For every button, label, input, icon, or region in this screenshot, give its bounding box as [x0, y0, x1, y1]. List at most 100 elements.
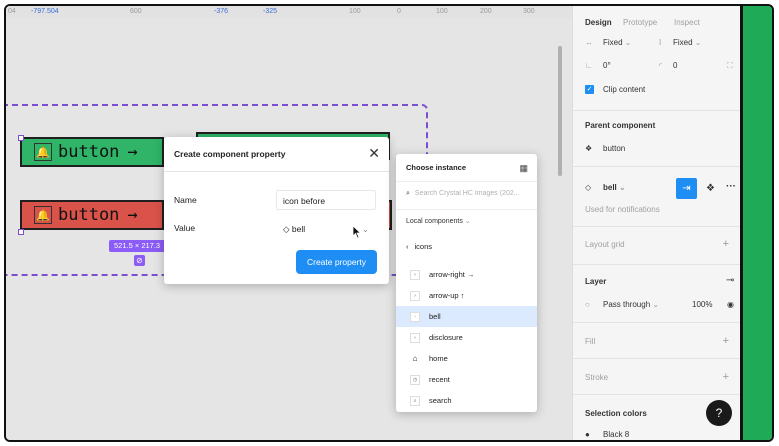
- folder-label: icons: [414, 242, 433, 251]
- instance-item[interactable]: ⌕ search: [396, 390, 537, 411]
- instance-item[interactable]: › arrow-right →: [396, 264, 537, 285]
- create-property-button[interactable]: Create property: [296, 250, 377, 274]
- button-label: button: [58, 205, 120, 225]
- instance-icon: ◇: [585, 183, 592, 192]
- parent-component-link[interactable]: button: [603, 144, 625, 153]
- ruler-mark: 0: [397, 8, 401, 15]
- close-icon[interactable]: ✕: [368, 146, 380, 160]
- disclosure-icon: ›: [410, 332, 420, 343]
- opacity-field[interactable]: 100%: [692, 300, 712, 309]
- instance-item[interactable]: › disclosure: [396, 327, 537, 348]
- independent-corners-icon[interactable]: ⛶: [727, 61, 733, 71]
- component-icon: ❖: [585, 144, 593, 153]
- instance-select[interactable]: bell ⌄: [603, 183, 626, 192]
- ruler-mark: 200: [480, 8, 492, 15]
- radius-icon: ◜: [659, 61, 663, 70]
- stroke-title: Stroke: [585, 373, 609, 382]
- ruler-mark: 300: [523, 8, 535, 15]
- blend-mode: Pass through: [603, 300, 651, 309]
- library-select[interactable]: Local components ⌄: [406, 217, 471, 225]
- auto-layout-icon[interactable]: ⊘: [134, 255, 145, 266]
- instance-item[interactable]: ⌂ home: [396, 348, 537, 369]
- bell-icon: 🔔: [34, 143, 52, 161]
- more-options-icon[interactable]: ···: [726, 181, 736, 192]
- chevron-down-icon: ⌄: [694, 38, 702, 47]
- tab-design[interactable]: Design: [585, 18, 612, 27]
- divider: [573, 264, 741, 265]
- rotation-field[interactable]: 0°: [603, 61, 611, 70]
- component-description: Used for notifications: [585, 205, 660, 214]
- instance-name: bell: [603, 183, 617, 192]
- instance-item-label: disclosure: [429, 333, 463, 342]
- add-fill-icon[interactable]: +: [723, 335, 729, 347]
- blend-mode-select[interactable]: Pass through ⌄: [603, 300, 659, 309]
- width-icon: ↔: [585, 38, 593, 47]
- search-icon: ⌕: [406, 190, 410, 197]
- name-field[interactable]: icon before: [276, 190, 376, 210]
- help-button[interactable]: ?: [706, 400, 732, 426]
- button-variant-red[interactable]: 🔔 button →: [20, 200, 164, 230]
- add-stroke-icon[interactable]: +: [723, 371, 729, 383]
- instance-item[interactable]: › arrow-up ↑: [396, 285, 537, 306]
- instance-item-label: arrow-right →: [429, 270, 475, 279]
- dialog-title: Create component property: [164, 137, 389, 172]
- tab-inspect[interactable]: Inspect: [674, 18, 700, 27]
- resize-handle[interactable]: [18, 229, 24, 235]
- swap-instance-button[interactable]: ⇥: [676, 178, 697, 199]
- instance-item[interactable]: ◷ recent: [396, 369, 537, 390]
- back-to-icons[interactable]: ‹ icons: [406, 242, 432, 251]
- mouse-cursor-icon: [352, 225, 362, 239]
- height-mode: Fixed: [673, 38, 693, 47]
- button-variant-green[interactable]: 🔔 button →: [20, 137, 164, 167]
- divider: [573, 226, 741, 227]
- clip-content-label: Clip content: [603, 85, 646, 94]
- layout-grid-title: Layout grid: [585, 240, 625, 249]
- top-ruler: 04 -797.504 600 -376 -325 100 0 100 200 …: [6, 6, 572, 18]
- go-to-main-component-icon[interactable]: ❖: [706, 183, 715, 194]
- color-swatch[interactable]: ●: [585, 430, 590, 439]
- chevron-down-icon: ⌄: [464, 218, 471, 225]
- ruler-mark: 100: [349, 8, 361, 15]
- bell-icon: 🔔: [34, 206, 52, 224]
- popover-title: Choose instance: [396, 154, 537, 182]
- bell-icon: ◦: [410, 311, 420, 322]
- instance-item-label: home: [429, 354, 448, 363]
- properties-panel: Design Prototype Inspect ↔ Fixed ⌄ I Fix…: [572, 6, 741, 440]
- tab-prototype[interactable]: Prototype: [623, 18, 657, 27]
- arrow-up-icon: ›: [410, 290, 420, 301]
- selection-colors-title: Selection colors: [585, 409, 647, 418]
- instance-item-label: recent: [429, 375, 450, 384]
- chevron-down-icon: ⌄: [619, 183, 626, 192]
- app-window: 04 -797.504 600 -376 -325 100 0 100 200 …: [4, 4, 774, 442]
- recent-icon: ◷: [410, 374, 420, 385]
- add-layout-grid-icon[interactable]: +: [723, 238, 729, 250]
- divider: [573, 358, 741, 359]
- search-placeholder: Search Crystal HC Images (202...: [414, 190, 520, 197]
- side-green-bar: [740, 6, 772, 440]
- grid-view-icon[interactable]: ▦: [519, 163, 528, 174]
- search-icon: ⌕: [410, 395, 420, 406]
- library-label: Local components: [406, 218, 463, 225]
- component-instance-icon: ◇: [283, 224, 290, 234]
- width-mode-select[interactable]: Fixed ⌄: [603, 38, 632, 47]
- clip-content-checkbox[interactable]: ✓: [585, 85, 594, 94]
- resize-handle[interactable]: [18, 135, 24, 141]
- canvas-scrollbar[interactable]: [558, 46, 562, 176]
- value-selected: bell: [291, 224, 306, 234]
- radius-field[interactable]: 0: [673, 61, 677, 70]
- instance-search-input[interactable]: ⌕ Search Crystal HC Images (202...: [406, 190, 530, 198]
- ruler-mark: 100: [436, 8, 448, 15]
- height-icon: I: [659, 38, 662, 47]
- divider: [573, 322, 741, 323]
- component-property-icon[interactable]: ⊸: [726, 275, 734, 286]
- ruler-mark: -376: [214, 8, 229, 15]
- height-mode-select[interactable]: Fixed ⌄: [673, 38, 702, 47]
- chevron-left-icon: ‹: [406, 242, 409, 251]
- choose-instance-popover: Choose instance ▦ ⌕ Search Crystal HC Ima…: [396, 154, 537, 412]
- dimension-badge: 521.5 × 217.3: [109, 240, 166, 252]
- blend-mode-icon: ○: [585, 300, 590, 309]
- instance-item-label: arrow-up ↑: [429, 291, 465, 300]
- instance-item-selected[interactable]: ◦ bell: [396, 306, 537, 327]
- ruler-mark: 04: [8, 8, 16, 15]
- eye-icon[interactable]: ◉: [727, 300, 734, 309]
